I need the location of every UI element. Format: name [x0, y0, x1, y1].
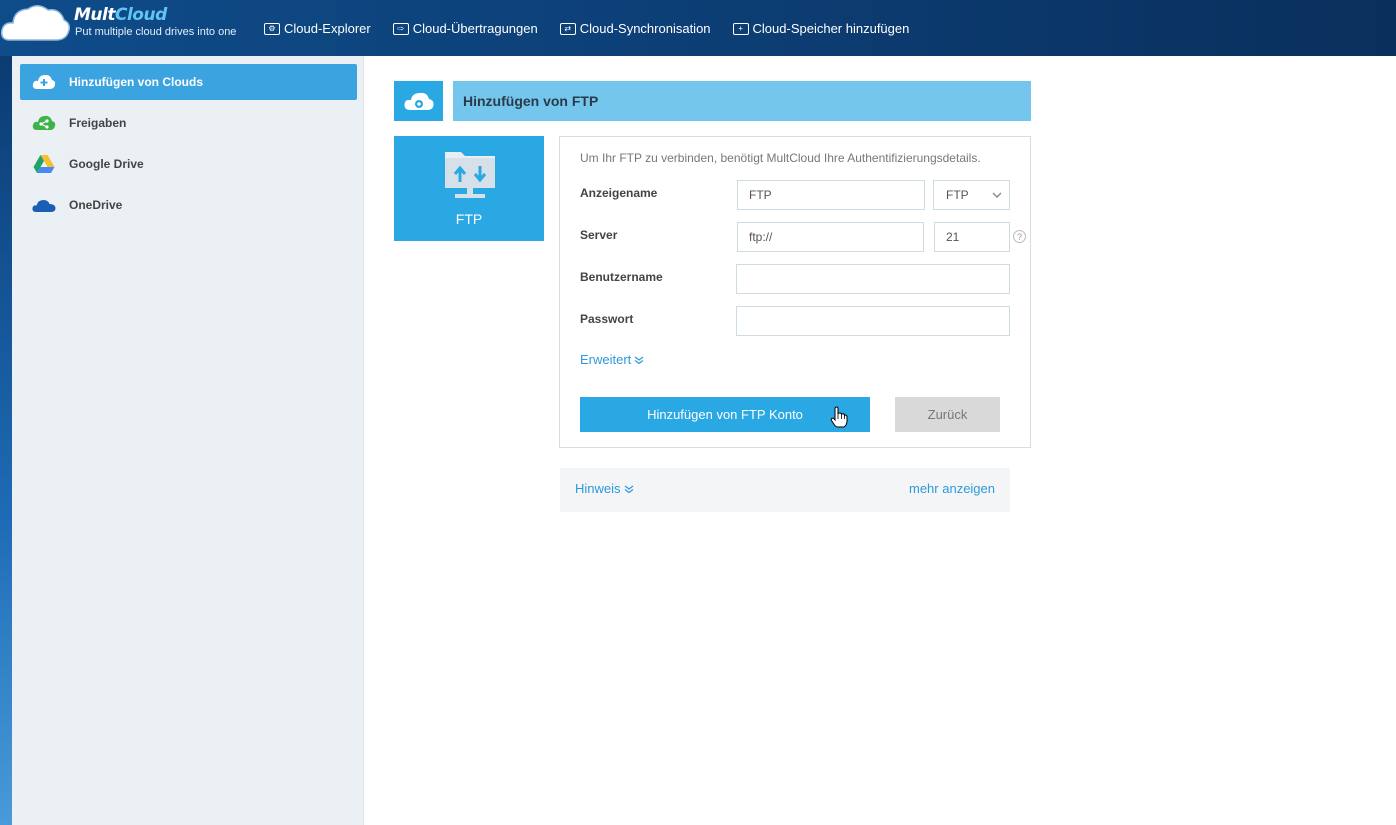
google-drive-icon: [32, 152, 56, 176]
nav-label: Cloud-Explorer: [284, 21, 371, 36]
onedrive-icon: [32, 193, 56, 217]
top-navigation: ⚙ Cloud-Explorer ⇨ Cloud-Übertragungen ⇄…: [264, 21, 931, 36]
sidebar-item-onedrive[interactable]: OneDrive: [20, 187, 357, 223]
form-description: Um Ihr FTP zu verbinden, benötigt MultCl…: [580, 151, 981, 165]
hand-cursor-icon: [830, 406, 848, 428]
page-header: Hinzufügen von FTP: [453, 81, 1031, 121]
nav-label: Cloud-Übertragungen: [412, 21, 538, 36]
brand-logo[interactable]: MultCloud Put multiple cloud drives into…: [0, 0, 240, 44]
advanced-toggle[interactable]: Erweitert: [580, 352, 644, 367]
ftp-folder-icon: [445, 152, 495, 198]
top-header: MultCloud Put multiple cloud drives into…: [0, 0, 1396, 56]
brand-name: MultCloud: [74, 5, 167, 25]
sidebar-item-label: OneDrive: [69, 198, 123, 212]
sidebar-item-label: Freigaben: [69, 116, 127, 130]
page-title: Hinzufügen von FTP: [463, 93, 599, 109]
username-input[interactable]: [736, 264, 1010, 294]
nav-cloud-transfer[interactable]: ⇨ Cloud-Übertragungen: [392, 21, 538, 36]
advanced-label: Erweitert: [580, 352, 632, 367]
nav-cloud-explorer[interactable]: ⚙ Cloud-Explorer: [264, 21, 371, 36]
nav-cloud-sync[interactable]: ⇄ Cloud-Synchronisation: [559, 21, 711, 36]
ftp-form-panel: Um Ihr FTP zu verbinden, benötigt MultCl…: [559, 136, 1031, 448]
nav-label: Cloud-Synchronisation: [579, 21, 711, 36]
nav-label: Cloud-Speicher hinzufügen: [752, 21, 910, 36]
brand-tagline: Put multiple cloud drives into one: [75, 26, 237, 38]
server-label: Server: [580, 228, 618, 242]
add-ftp-account-button[interactable]: Hinzufügen von FTP Konto: [580, 397, 870, 432]
hint-bar: Hinweis mehr anzeigen: [560, 468, 1010, 512]
protocol-select[interactable]: FTP: [933, 180, 1010, 210]
port-input[interactable]: [934, 222, 1010, 252]
hint-label: Hinweis: [575, 481, 621, 496]
password-input[interactable]: [736, 306, 1010, 336]
sidebar-item-google-drive[interactable]: Google Drive: [20, 146, 357, 182]
help-icon[interactable]: ?: [1013, 230, 1026, 243]
display-name-input[interactable]: [737, 180, 925, 210]
plus-icon: +: [732, 22, 749, 35]
sidebar-item-label: Hinzufügen von Clouds: [69, 75, 203, 89]
sidebar-item-label: Google Drive: [69, 157, 144, 171]
nav-add-cloud-storage[interactable]: + Cloud-Speicher hinzufügen: [732, 21, 910, 36]
transfer-icon: ⇨: [392, 22, 409, 35]
logo-cloud-icon: [0, 5, 70, 41]
back-button[interactable]: Zurück: [895, 397, 1000, 432]
sidebar: Hinzufügen von Clouds Freigaben Google D…: [12, 56, 364, 825]
double-chevron-down-icon: [624, 485, 633, 493]
protocol-selected-value: FTP: [946, 188, 969, 202]
ftp-tile-label: FTP: [455, 211, 483, 227]
sidebar-item-add-clouds[interactable]: Hinzufügen von Clouds: [20, 64, 357, 100]
chevron-down-icon: [992, 192, 1002, 198]
cloud-add-icon: [403, 92, 434, 110]
username-label: Benutzername: [580, 270, 663, 284]
main-content: Hinzufügen von FTP FTP Um Ihr FTP zu ver…: [364, 56, 1396, 825]
sync-icon: ⇄: [559, 22, 576, 35]
double-chevron-down-icon: [634, 356, 644, 364]
ftp-provider-tile[interactable]: FTP: [394, 136, 544, 241]
password-label: Passwort: [580, 312, 634, 326]
cloud-add-icon: [32, 70, 56, 94]
gear-icon: ⚙: [264, 22, 280, 35]
show-more-link[interactable]: mehr anzeigen: [909, 481, 995, 496]
window-edge: [0, 56, 12, 825]
display-name-label: Anzeigename: [580, 186, 658, 200]
sidebar-item-shares[interactable]: Freigaben: [20, 105, 357, 141]
header-icon-box: [394, 81, 443, 121]
share-icon: [32, 111, 56, 135]
hint-toggle[interactable]: Hinweis: [575, 481, 634, 496]
server-input[interactable]: [737, 222, 924, 252]
